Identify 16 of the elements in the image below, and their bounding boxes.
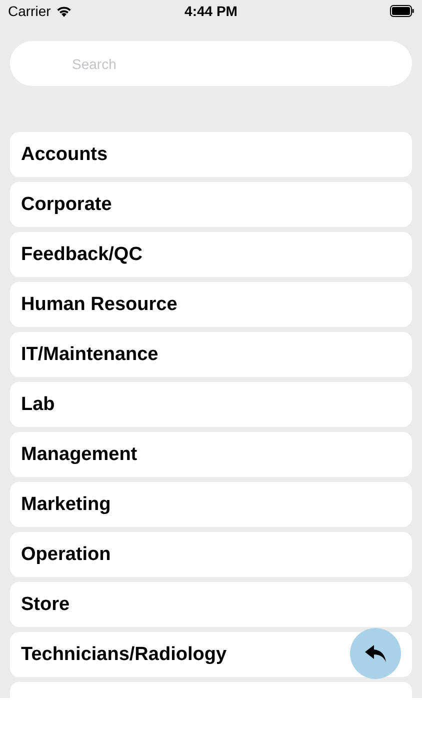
department-item[interactable]: Marketing (10, 482, 412, 527)
department-item[interactable]: Management (10, 432, 412, 477)
department-item[interactable]: Feedback/QC (10, 232, 412, 277)
reply-icon (364, 644, 386, 662)
wifi-icon (56, 5, 72, 17)
search-field[interactable]: Search (10, 41, 412, 86)
department-item[interactable]: Operation (10, 532, 412, 577)
department-item[interactable]: Corporate (10, 182, 412, 227)
clock-time: 4:44 PM (184, 3, 238, 19)
department-item[interactable]: Store (10, 582, 412, 627)
department-item[interactable]: IT/Maintenance (10, 332, 412, 377)
department-item[interactable]: Human Resource (10, 282, 412, 327)
department-item[interactable]: Accounts (10, 132, 412, 177)
carrier-label: Carrier (8, 3, 51, 19)
department-item[interactable]: Lab (10, 382, 412, 427)
battery-icon (390, 5, 414, 17)
